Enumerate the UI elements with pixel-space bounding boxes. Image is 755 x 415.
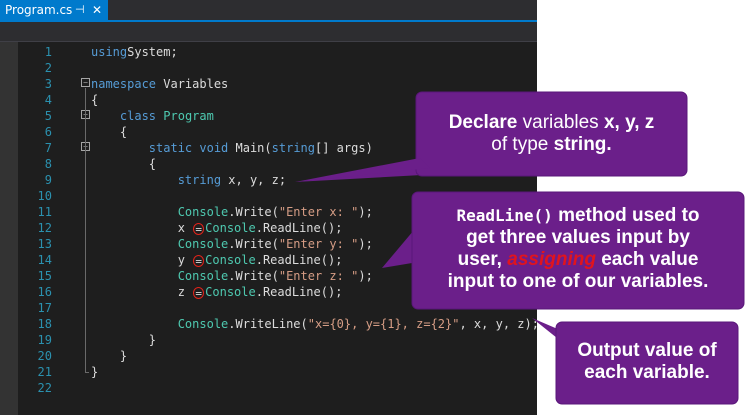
output-line2: each variable. bbox=[584, 362, 710, 383]
callout-output-text: Output value of each variable. bbox=[556, 340, 738, 384]
output-line1: Output value of bbox=[577, 340, 717, 361]
callout-output: Output value of each variable. bbox=[0, 0, 755, 415]
